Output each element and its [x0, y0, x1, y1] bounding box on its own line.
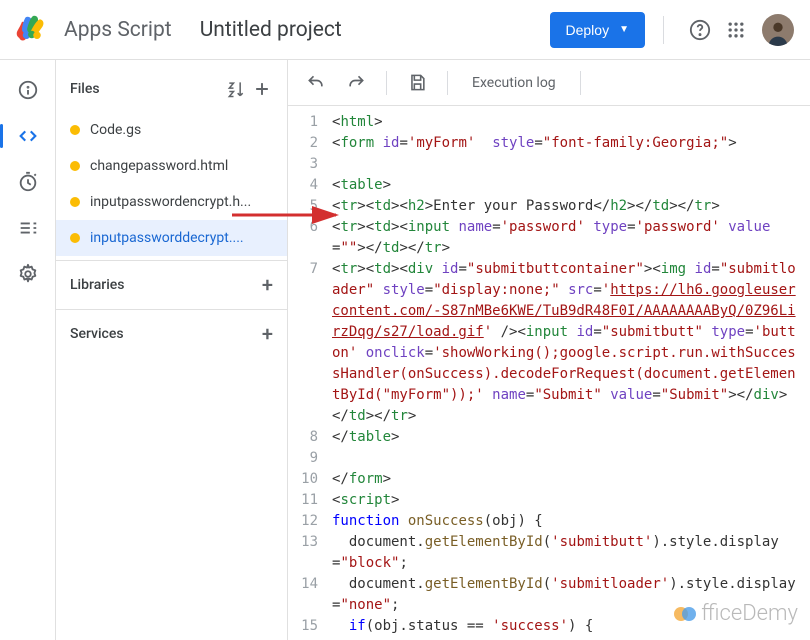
- file-status-dot-icon: [70, 125, 80, 135]
- editor-icon[interactable]: [16, 124, 40, 148]
- left-nav-rail: [0, 60, 56, 640]
- files-label: Files: [70, 81, 100, 97]
- file-list: Code.gs changepassword.html inputpassworde…: [56, 108, 287, 260]
- watermark: fficeDemy: [673, 601, 798, 626]
- sort-az-icon[interactable]: [225, 78, 247, 100]
- apps-script-logo-icon: [16, 12, 52, 48]
- overview-icon[interactable]: [16, 78, 40, 102]
- separator: [447, 71, 448, 95]
- libraries-label: Libraries: [70, 277, 124, 293]
- file-status-dot-icon: [70, 161, 80, 171]
- editor-toolbar: Execution log: [288, 60, 810, 106]
- execution-log-button[interactable]: Execution log: [462, 75, 566, 91]
- save-icon[interactable]: [401, 67, 433, 99]
- file-name: inputpassworddecrypt....: [90, 230, 244, 246]
- file-item[interactable]: changepassword.html: [56, 148, 287, 184]
- add-service-icon[interactable]: +: [262, 322, 273, 346]
- services-label: Services: [70, 326, 124, 342]
- separator: [386, 71, 387, 95]
- separator: [663, 16, 664, 44]
- settings-icon[interactable]: [16, 262, 40, 286]
- executions-icon[interactable]: [16, 216, 40, 240]
- project-title[interactable]: Untitled project: [200, 18, 550, 42]
- watermark-text: fficeDemy: [701, 601, 798, 626]
- libraries-section[interactable]: Libraries +: [56, 260, 287, 309]
- add-library-icon[interactable]: +: [262, 273, 273, 297]
- code-content[interactable]: <html><form id='myForm' style="font-fami…: [328, 106, 810, 640]
- file-name: inputpasswordencrypt.h...: [90, 194, 251, 210]
- editor-area: Execution log 12345678910111213141516171…: [288, 60, 810, 640]
- line-gutter: 1234567891011121314151617181920: [288, 106, 328, 640]
- header-bar: Apps Script Untitled project Deploy ▼: [0, 0, 810, 60]
- services-section[interactable]: Services +: [56, 309, 287, 358]
- code-editor[interactable]: 1234567891011121314151617181920 <html><f…: [288, 106, 810, 640]
- apps-grid-icon[interactable]: [724, 18, 748, 42]
- deploy-button[interactable]: Deploy ▼: [550, 12, 646, 48]
- help-icon[interactable]: [688, 18, 712, 42]
- add-file-icon[interactable]: [251, 78, 273, 100]
- file-name: changepassword.html: [90, 158, 228, 174]
- undo-icon[interactable]: [300, 67, 332, 99]
- file-status-dot-icon: [70, 197, 80, 207]
- deploy-label: Deploy: [566, 22, 610, 38]
- redo-icon[interactable]: [340, 67, 372, 99]
- file-item[interactable]: Code.gs: [56, 112, 287, 148]
- product-name: Apps Script: [64, 18, 172, 42]
- file-status-dot-icon: [70, 233, 80, 243]
- file-item[interactable]: inputpasswordencrypt.h...: [56, 184, 287, 220]
- files-header: Files: [56, 70, 287, 108]
- account-avatar[interactable]: [762, 14, 794, 46]
- watermark-logo-icon: [673, 602, 697, 626]
- chevron-down-icon: ▼: [619, 24, 629, 35]
- files-panel: Files Code.gs changepassword.html inputpas…: [56, 60, 288, 640]
- file-name: Code.gs: [90, 122, 141, 138]
- triggers-icon[interactable]: [16, 170, 40, 194]
- separator: [580, 71, 581, 95]
- file-item[interactable]: inputpassworddecrypt....: [56, 220, 287, 256]
